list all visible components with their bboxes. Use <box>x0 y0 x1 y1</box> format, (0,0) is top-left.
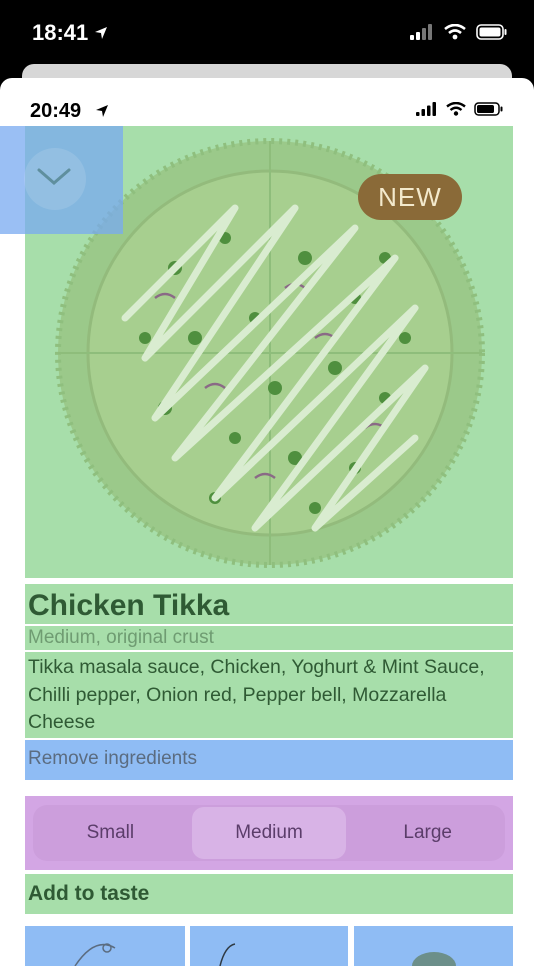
system-status-icons <box>410 24 508 40</box>
battery-icon <box>474 102 503 116</box>
size-option-large[interactable]: Large <box>350 807 505 859</box>
app-status-icons <box>416 102 504 116</box>
size-option-medium[interactable]: Medium <box>191 807 347 859</box>
topping-card[interactable] <box>190 926 348 966</box>
topping-card[interactable] <box>354 926 513 966</box>
size-selector: Small Medium Large <box>25 796 513 870</box>
size-segmented-control: Small Medium Large <box>33 805 505 861</box>
cellular-signal-icon <box>416 102 436 116</box>
battery-icon <box>476 24 507 40</box>
topping-image <box>412 952 456 966</box>
remove-ingredients-button[interactable]: Remove ingredients <box>25 740 513 780</box>
product-sheet: 20:49 NEW Chicken Tikka Medium, original… <box>0 78 534 978</box>
topping-image <box>74 943 116 966</box>
new-badge: NEW <box>358 174 462 220</box>
product-variant: Medium, original crust <box>25 626 513 650</box>
topping-image <box>219 943 236 966</box>
size-option-small[interactable]: Small <box>33 807 188 859</box>
cellular-signal-icon <box>410 24 432 40</box>
topping-card[interactable] <box>25 926 185 966</box>
wifi-icon <box>444 24 466 40</box>
location-arrow-icon <box>95 27 107 39</box>
app-status-bar: 20:49 <box>0 78 534 124</box>
chevron-down-icon <box>37 168 71 185</box>
system-status-bar: 18:41 <box>0 0 534 66</box>
add-to-taste-heading: Add to taste <box>25 874 513 914</box>
app-time: 20:49 <box>30 100 82 122</box>
product-ingredients: Tikka masala sauce, Chicken, Yoghurt & M… <box>25 652 513 738</box>
location-arrow-icon <box>96 105 108 117</box>
wifi-icon <box>446 102 466 116</box>
collapse-button[interactable] <box>0 126 123 234</box>
product-title: Chicken Tikka <box>25 584 513 624</box>
system-time: 18:41 <box>32 20 89 45</box>
